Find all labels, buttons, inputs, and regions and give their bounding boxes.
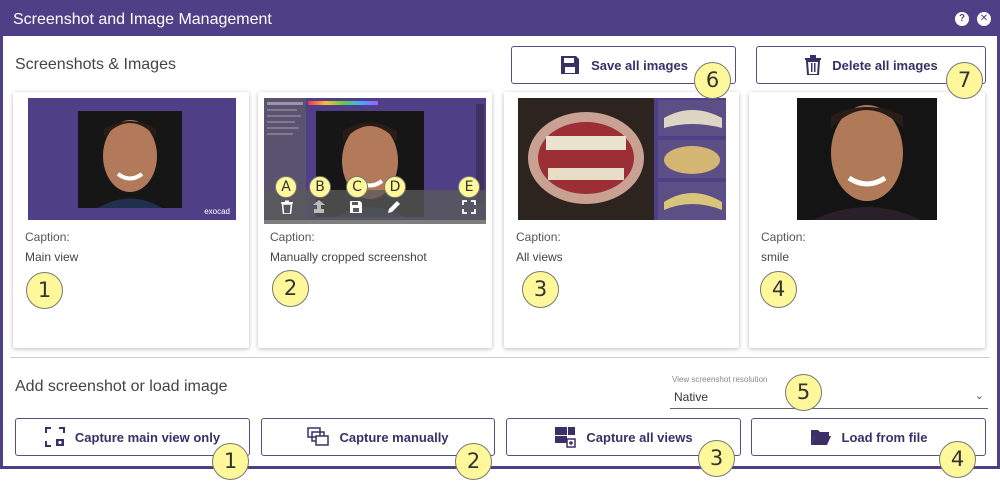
close-icon[interactable]: ✕ bbox=[977, 12, 991, 26]
dental-photo-composite bbox=[518, 98, 726, 220]
callout-button-2: 2 bbox=[455, 443, 492, 480]
caption-value[interactable]: Main view bbox=[25, 250, 78, 264]
image-card-all-views[interactable]: Caption: All views bbox=[504, 92, 739, 348]
caption-label: Caption: bbox=[25, 230, 70, 244]
trash-icon[interactable] bbox=[280, 200, 294, 214]
callout-resolution: 5 bbox=[785, 374, 822, 411]
folder-open-icon bbox=[810, 430, 831, 445]
image-card-smile[interactable]: Caption: smile bbox=[749, 92, 985, 348]
callout-save-all: 6 bbox=[694, 62, 731, 99]
caption-value[interactable]: Manually cropped screenshot bbox=[270, 250, 427, 264]
callout-card-4: 4 bbox=[760, 271, 797, 308]
resolution-select[interactable]: Native ⌄ bbox=[670, 387, 988, 409]
pencil-icon[interactable] bbox=[387, 200, 401, 214]
capture-region-icon bbox=[44, 427, 65, 447]
chevron-down-icon: ⌄ bbox=[974, 390, 984, 402]
title-bar: Screenshot and Image Management ? ✕ bbox=[3, 3, 997, 36]
save-all-images-label: Save all images bbox=[591, 57, 688, 73]
callout-button-4: 4 bbox=[939, 441, 976, 478]
callout-button-3: 3 bbox=[698, 440, 735, 477]
section-divider bbox=[10, 357, 990, 358]
caption-label: Caption: bbox=[516, 230, 561, 244]
thumbnail-all-views[interactable] bbox=[518, 98, 726, 220]
face-photo bbox=[78, 111, 182, 208]
upload-icon[interactable] bbox=[312, 200, 326, 214]
caption-label: Caption: bbox=[761, 230, 806, 244]
image-card-main-view[interactable]: exocad Caption: Main view bbox=[13, 92, 249, 348]
fullscreen-icon[interactable] bbox=[462, 200, 476, 214]
caption-label: Caption: bbox=[270, 230, 315, 244]
resolution-label: View screenshot resolution bbox=[672, 375, 768, 384]
thumbnail-smile[interactable] bbox=[797, 98, 937, 220]
exocad-watermark: exocad bbox=[204, 207, 230, 216]
images-section-title: Screenshots & Images bbox=[15, 56, 176, 73]
face-photo bbox=[797, 98, 937, 220]
callout-card-2: 2 bbox=[272, 270, 309, 307]
crop-screens-icon bbox=[307, 427, 330, 446]
thumbnail-main-view[interactable]: exocad bbox=[28, 98, 236, 220]
callout-card-3: 3 bbox=[522, 271, 559, 308]
card-action-bar bbox=[264, 190, 486, 224]
window-title: Screenshot and Image Management bbox=[13, 11, 272, 28]
callout-action-e: E bbox=[458, 176, 480, 198]
resolution-value: Native bbox=[674, 390, 709, 404]
load-from-file-label: Load from file bbox=[841, 429, 928, 445]
capture-manually-label: Capture manually bbox=[339, 429, 449, 445]
callout-action-b: B bbox=[309, 176, 331, 198]
capture-main-view-label: Capture main view only bbox=[74, 429, 221, 445]
add-section-title: Add screenshot or load image bbox=[15, 378, 228, 395]
help-icon[interactable]: ? bbox=[955, 12, 969, 26]
callout-action-c: C bbox=[346, 176, 368, 198]
color-strip bbox=[308, 101, 378, 105]
caption-value[interactable]: smile bbox=[761, 250, 789, 264]
save-icon bbox=[561, 56, 580, 74]
callout-delete-all: 7 bbox=[946, 62, 983, 99]
capture-all-views-label: Capture all views bbox=[586, 429, 693, 445]
callout-card-1: 1 bbox=[26, 272, 63, 309]
delete-all-images-label: Delete all images bbox=[832, 57, 938, 73]
save-icon[interactable] bbox=[349, 200, 363, 214]
callout-action-a: A bbox=[275, 176, 297, 198]
callout-button-1: 1 bbox=[212, 443, 249, 480]
multi-view-camera-icon bbox=[555, 427, 577, 448]
trash-icon bbox=[805, 55, 822, 75]
caption-value[interactable]: All views bbox=[516, 250, 563, 264]
callout-action-d: D bbox=[384, 176, 406, 198]
